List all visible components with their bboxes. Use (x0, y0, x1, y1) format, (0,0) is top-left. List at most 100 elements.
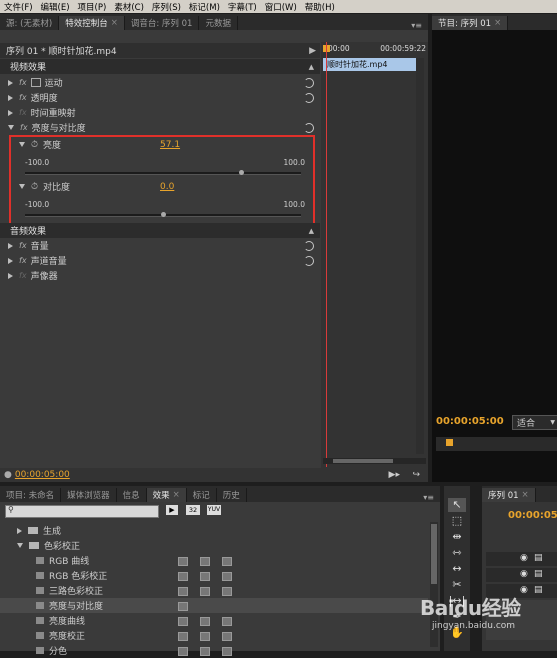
tab-media-browser[interactable]: 媒体浏览器 (61, 488, 117, 502)
effect-row-channel-volume[interactable]: fx 声道音量 (0, 253, 320, 268)
effect-row-motion[interactable]: fx 运动 (0, 75, 320, 90)
expand-triangle-icon[interactable] (8, 109, 13, 116)
collapse-triangle-icon[interactable] (17, 543, 23, 548)
clip-bar[interactable]: 顺时针加花.mp4 (323, 58, 416, 71)
reset-icon[interactable] (304, 78, 314, 88)
razor-tool-icon[interactable]: ✂ (448, 578, 466, 592)
expand-triangle-icon[interactable] (8, 79, 13, 86)
fx-icon[interactable]: fx (19, 256, 27, 265)
footer-timecode[interactable]: 00:00:05:00 (15, 470, 70, 480)
expand-triangle-icon[interactable] (17, 527, 22, 534)
collapse-triangle-icon[interactable] (19, 184, 25, 189)
fx-icon[interactable]: fx (19, 78, 27, 87)
accelerated-effects-icon[interactable]: ▶ (166, 505, 178, 515)
close-icon[interactable]: × (111, 18, 118, 28)
tab-project[interactable]: 项目: 未命名 (0, 488, 62, 502)
tab-metadata[interactable]: 元数据 (199, 16, 238, 30)
expand-triangle-icon[interactable] (8, 257, 13, 264)
tree-item[interactable]: 三路色彩校正 (0, 583, 428, 598)
hand-tool-icon[interactable]: ✋ (448, 626, 466, 640)
tree-folder-generate[interactable]: 生成 (0, 523, 430, 538)
sequence-timecode[interactable]: 00:00:05 (508, 510, 557, 524)
yuv-effects-icon[interactable]: YUV (207, 505, 221, 515)
effect-row-opacity[interactable]: fx 透明度 (0, 90, 320, 105)
play-arrow-icon[interactable]: ▶ (309, 46, 316, 56)
contrast-value[interactable]: 0.0 (160, 182, 174, 192)
expand-triangle-icon[interactable] (8, 242, 13, 249)
fx-icon[interactable]: fx (19, 241, 27, 250)
menu-sequence[interactable]: 序列(S) (148, 1, 185, 13)
selection-tool-icon[interactable]: ↖ (448, 498, 466, 512)
brightness-value[interactable]: 57.1 (160, 140, 180, 150)
track-row[interactable]: ◉ ▤ (486, 584, 557, 598)
close-icon[interactable]: × (522, 490, 529, 500)
effect-row-brightness-contrast[interactable]: fx 亮度与对比度 (0, 120, 320, 135)
fx-icon[interactable]: fx (20, 123, 28, 132)
menu-marker[interactable]: 标记(M) (185, 1, 224, 13)
reset-icon[interactable] (304, 241, 314, 251)
brightness-slider-track[interactable] (25, 172, 301, 175)
tab-effect-controls[interactable]: 特效控制台 × (59, 16, 125, 30)
tab-markers[interactable]: 标记 (187, 488, 217, 502)
expand-triangle-icon[interactable] (8, 94, 13, 101)
menu-title[interactable]: 字幕(T) (224, 1, 261, 13)
collapse-triangle-icon[interactable] (19, 142, 25, 147)
tab-source[interactable]: 源: (无素材) (0, 16, 60, 30)
collapse-up-icon[interactable]: ▲ (309, 227, 314, 235)
panel-menu-icon[interactable]: ▾≡ (411, 21, 428, 30)
ripple-edit-tool-icon[interactable]: ⇹ (448, 530, 466, 544)
tree-item[interactable]: RGB 曲线 (0, 553, 428, 568)
effects-search-input[interactable]: ⚲ (5, 505, 159, 518)
track-row[interactable]: ◉ ▤ (486, 568, 557, 582)
timeline-vscrollbar[interactable] (416, 58, 424, 454)
menu-project[interactable]: 项目(P) (74, 1, 111, 13)
fx-icon[interactable]: fx (19, 93, 27, 102)
effect-row-time-remap[interactable]: fx 时间重映射 (0, 105, 320, 120)
menu-edit[interactable]: 编辑(E) (37, 1, 74, 13)
effect-row-panner[interactable]: fx 声像器 (0, 268, 320, 283)
track-select-tool-icon[interactable]: ⬚ (448, 514, 466, 528)
tab-sequence[interactable]: 序列 01 × (482, 488, 536, 502)
tab-info[interactable]: 信息 (117, 488, 147, 502)
tree-item[interactable]: RGB 色彩校正 (0, 568, 428, 583)
32bit-effects-icon[interactable]: 32 (186, 505, 200, 515)
reset-icon[interactable] (304, 93, 314, 103)
tree-folder-color[interactable]: 色彩校正 (0, 538, 430, 553)
timeline-hscrollbar[interactable] (323, 458, 426, 464)
expand-triangle-icon[interactable] (8, 272, 13, 279)
slip-tool-icon[interactable]: |↔| (448, 594, 466, 608)
stopwatch-icon[interactable]: ⏱ (31, 182, 38, 192)
effect-row-volume[interactable]: fx 音量 (0, 238, 320, 253)
loop-icon[interactable]: ▶▸ (389, 470, 400, 480)
eye-icon[interactable]: ◉ (520, 569, 528, 579)
program-timecode[interactable]: 00:00:05:00 (436, 416, 506, 430)
tree-item[interactable]: 亮度与对比度 (0, 598, 428, 613)
tab-effects[interactable]: 效果 × (146, 488, 187, 502)
track-row[interactable]: ◉ ▤ (486, 552, 557, 566)
close-icon[interactable]: × (494, 18, 501, 28)
export-icon[interactable]: ↪ (412, 470, 420, 480)
pen-tool-icon[interactable]: ✒ (448, 610, 466, 624)
panel-menu-icon[interactable]: ▾≡ (423, 493, 440, 502)
menu-clip[interactable]: 素材(C) (110, 1, 148, 13)
tree-item[interactable]: 亮度校正 (0, 628, 428, 643)
program-scrubber[interactable] (436, 437, 557, 451)
eye-icon[interactable]: ◉ (520, 585, 528, 595)
rate-stretch-tool-icon[interactable]: ↔ (448, 562, 466, 576)
effects-vscrollbar[interactable] (430, 522, 438, 647)
tab-audio-mixer[interactable]: 调音台: 序列 01 (125, 16, 200, 30)
tab-program[interactable]: 节目: 序列 01 × (432, 16, 509, 30)
reset-icon[interactable] (304, 256, 314, 266)
reset-icon[interactable] (304, 123, 314, 133)
tab-history[interactable]: 历史 (217, 488, 247, 502)
close-icon[interactable]: × (173, 490, 180, 500)
menu-help[interactable]: 帮助(H) (301, 1, 339, 13)
fit-dropdown[interactable]: 适合 ▼ (512, 415, 557, 430)
tree-item[interactable]: 亮度曲线 (0, 613, 428, 628)
rolling-edit-tool-icon[interactable]: ⇿ (448, 546, 466, 560)
eye-icon[interactable]: ◉ (520, 553, 528, 563)
collapse-up-icon[interactable]: ▲ (309, 63, 314, 71)
collapse-triangle-icon[interactable] (8, 125, 14, 130)
contrast-slider-knob[interactable] (160, 212, 166, 217)
menu-file[interactable]: 文件(F) (0, 1, 37, 13)
